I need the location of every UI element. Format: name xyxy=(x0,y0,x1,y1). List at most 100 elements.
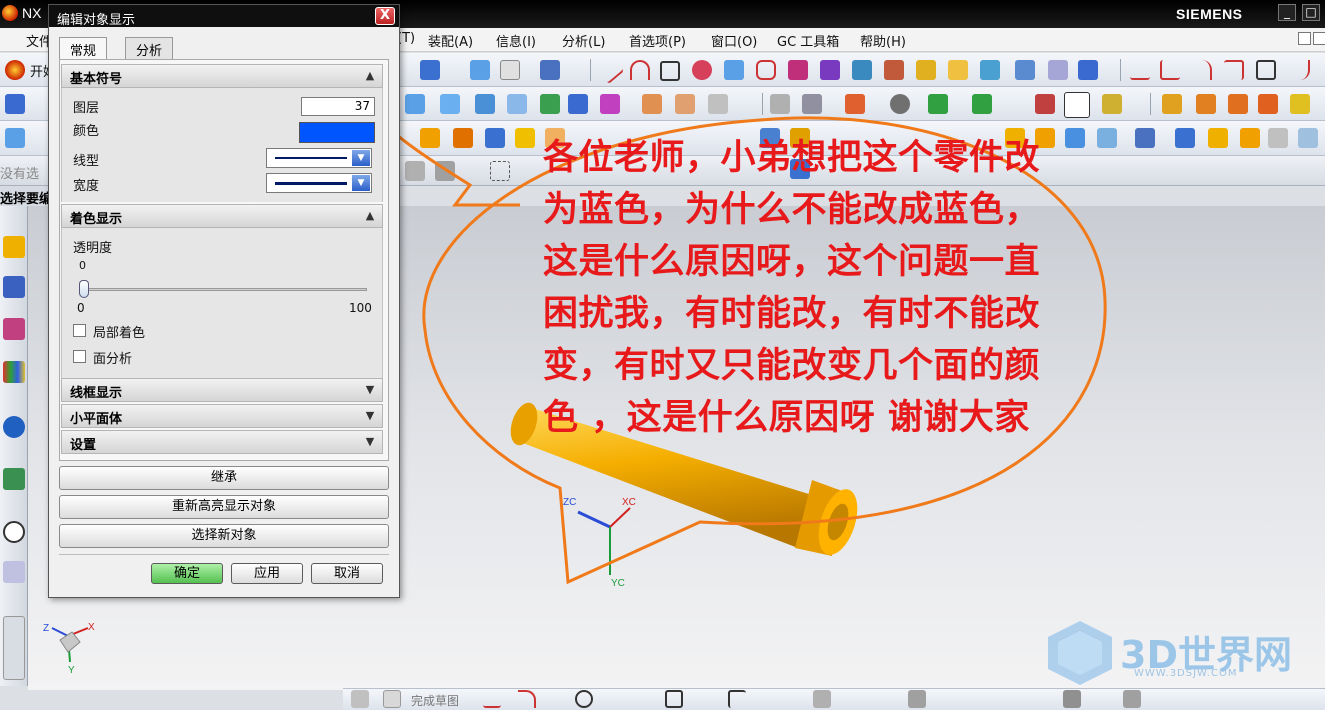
mdi-restore-button[interactable] xyxy=(1298,32,1311,45)
intersect-icon[interactable] xyxy=(1240,128,1260,148)
chevron-up-icon[interactable]: ▲ xyxy=(362,208,378,224)
snap-icon[interactable] xyxy=(420,60,440,80)
history-icon[interactable] xyxy=(3,468,25,490)
rehighlight-button[interactable]: 重新高亮显示对象 xyxy=(59,495,389,519)
extrude-icon[interactable] xyxy=(420,128,440,148)
assembly-navigator-icon[interactable] xyxy=(3,236,25,258)
menu-window[interactable]: 窗口(O) xyxy=(711,31,757,50)
sketch-icon[interactable] xyxy=(351,690,369,708)
revolve-icon[interactable] xyxy=(453,128,473,148)
offset-face-icon[interactable] xyxy=(1268,128,1288,148)
fillet-icon[interactable] xyxy=(756,60,776,80)
layer-settings-icon[interactable] xyxy=(802,94,822,114)
measure-icon[interactable] xyxy=(470,60,490,80)
rect-sketch-icon[interactable] xyxy=(665,690,683,708)
analysis-3-icon[interactable] xyxy=(1035,94,1055,114)
dialog-close-button[interactable]: X xyxy=(375,7,395,25)
edit-curve-icon[interactable] xyxy=(1048,60,1068,80)
face-blend-icon[interactable] xyxy=(675,94,695,114)
menu-info[interactable]: 信息(I) xyxy=(496,31,536,50)
menu-preferences[interactable]: 首选项(P) xyxy=(629,31,686,50)
line-icon[interactable] xyxy=(595,55,625,85)
maximize-button[interactable]: □ xyxy=(1302,4,1320,21)
subtract-icon[interactable] xyxy=(1208,128,1228,148)
layer-icon[interactable] xyxy=(500,60,520,80)
dimension-icon[interactable] xyxy=(1063,690,1081,708)
minimize-button[interactable]: _ xyxy=(1278,4,1296,21)
analysis-2-icon[interactable] xyxy=(972,94,992,114)
feature-2-icon[interactable] xyxy=(1196,94,1216,114)
cancel-button[interactable]: 取消 xyxy=(311,563,383,584)
sketch-arc-icon[interactable] xyxy=(1192,60,1212,80)
filter-icon[interactable] xyxy=(540,60,560,80)
ok-button[interactable]: 确定 xyxy=(151,563,223,584)
cylinder-icon[interactable] xyxy=(515,128,535,148)
sketch-rect-icon[interactable] xyxy=(1256,60,1276,80)
section-icon[interactable] xyxy=(770,94,790,114)
width-dropdown[interactable]: ▼ xyxy=(266,173,372,193)
tab-analysis[interactable]: 分析 xyxy=(125,37,174,59)
snap-point-icon[interactable] xyxy=(405,161,425,181)
snap-end-icon[interactable] xyxy=(435,161,455,181)
part-navigator-icon[interactable] xyxy=(3,318,25,340)
constraint-icon[interactable] xyxy=(908,690,926,708)
shade-icon[interactable] xyxy=(5,128,25,148)
block-icon[interactable] xyxy=(485,128,505,148)
section-settings[interactable]: 设置 ▼ xyxy=(61,430,383,454)
chevron-down-icon[interactable]: ▼ xyxy=(362,408,378,424)
menu-analysis[interactable]: 分析(L) xyxy=(562,31,605,50)
bridge-curve-icon[interactable] xyxy=(884,60,904,80)
transparency-slider-track[interactable] xyxy=(79,288,367,291)
section-faceted-body[interactable]: 小平面体 ▼ xyxy=(61,404,383,428)
feature-1-icon[interactable] xyxy=(1162,94,1182,114)
dialog-title-bar[interactable]: 编辑对象显示 X xyxy=(49,5,399,28)
web-browser-icon[interactable] xyxy=(3,416,25,438)
point-sketch-icon[interactable] xyxy=(728,690,746,708)
sketch-corner-icon[interactable] xyxy=(1160,60,1180,80)
chevron-down-icon[interactable]: ▼ xyxy=(362,434,378,450)
extract-curve-icon[interactable] xyxy=(948,60,968,80)
feature-3-icon[interactable] xyxy=(1228,94,1248,114)
feature-4-icon[interactable] xyxy=(1258,94,1278,114)
menu-help[interactable]: 帮助(H) xyxy=(860,31,906,50)
combined-curve-icon[interactable] xyxy=(916,60,936,80)
mdi-close-button[interactable] xyxy=(1313,32,1325,45)
menu-assembly[interactable]: 装配(A) xyxy=(428,31,473,50)
face-analysis-checkbox[interactable] xyxy=(73,350,86,363)
layer-input[interactable]: 37 xyxy=(301,97,375,116)
chevron-up-icon[interactable]: ▲ xyxy=(362,68,378,84)
section-wireframe[interactable]: 线框显示 ▼ xyxy=(61,378,383,402)
transparency-slider-thumb[interactable] xyxy=(79,280,89,298)
inherit-button[interactable]: 继承 xyxy=(59,466,389,490)
project-curve-icon[interactable] xyxy=(820,60,840,80)
point-icon[interactable] xyxy=(600,94,620,114)
arc-icon[interactable] xyxy=(630,60,650,80)
selection-box-icon[interactable] xyxy=(490,161,510,181)
sketch-curve-icon[interactable] xyxy=(1290,60,1310,80)
surface-3-icon[interactable] xyxy=(475,94,495,114)
blend-icon[interactable] xyxy=(642,94,662,114)
sketch-style-icon[interactable] xyxy=(1123,690,1141,708)
section-basic-symbol[interactable]: 基本符号 ▲ xyxy=(61,64,383,88)
view-icon[interactable] xyxy=(5,94,25,114)
display-icon[interactable] xyxy=(890,94,910,114)
rectangle-icon[interactable] xyxy=(660,61,680,81)
polygon-icon[interactable] xyxy=(692,60,712,80)
start-icon[interactable] xyxy=(5,60,25,80)
constraint-navigator-icon[interactable] xyxy=(3,276,25,298)
chevron-down-icon[interactable]: ▼ xyxy=(352,175,370,191)
divide-curve-icon[interactable] xyxy=(1015,60,1035,80)
circle-icon[interactable] xyxy=(575,690,593,708)
linetype-dropdown[interactable]: ▼ xyxy=(266,148,372,168)
offset-curve-icon[interactable] xyxy=(788,60,808,80)
resource-scrollbar[interactable] xyxy=(3,616,25,680)
trim-body-icon[interactable] xyxy=(1135,128,1155,148)
reuse-library-icon[interactable] xyxy=(3,361,25,383)
selection-filter-hint[interactable]: 没有选 xyxy=(0,163,39,182)
tab-general[interactable]: 常规 xyxy=(59,37,108,60)
unite-icon[interactable] xyxy=(1175,128,1195,148)
finish-sketch-button[interactable]: 完成草图 xyxy=(411,692,459,709)
surface-1-icon[interactable] xyxy=(405,94,425,114)
sketch-fillet-icon[interactable] xyxy=(1224,60,1244,80)
chevron-down-icon[interactable]: ▼ xyxy=(352,150,370,166)
